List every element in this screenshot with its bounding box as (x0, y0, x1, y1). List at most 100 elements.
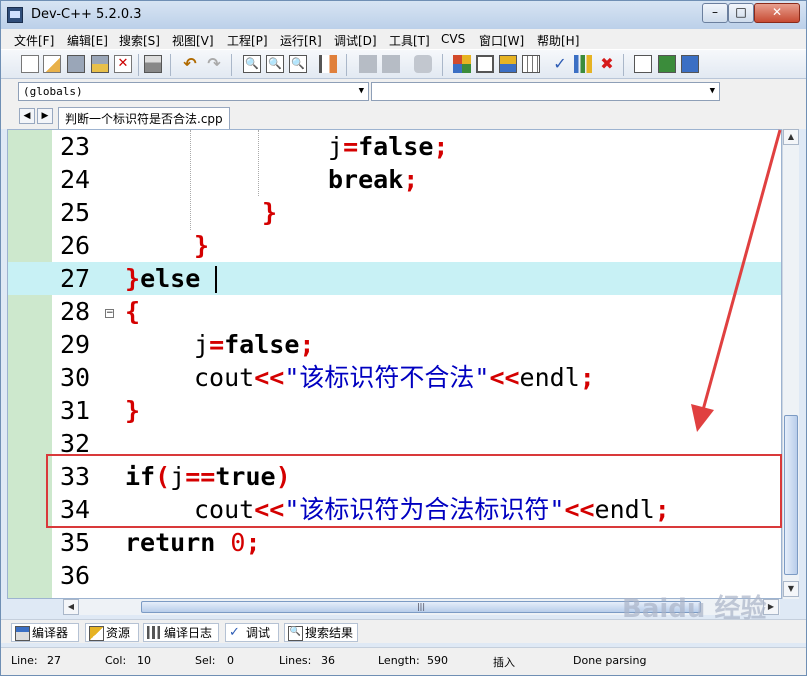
minimize-button[interactable]: – (702, 3, 728, 23)
code-line: 25 } (60, 198, 278, 227)
save-all-icon[interactable] (91, 55, 109, 73)
line-number: 27 (60, 264, 91, 293)
stop-icon[interactable]: ✖ (598, 55, 616, 73)
compile-icon[interactable] (453, 55, 471, 73)
tab-file[interactable]: 判断一个标识符是否合法.cpp (58, 107, 230, 129)
status-col-value: 10 (137, 654, 151, 667)
find-icon[interactable]: 🔍 (243, 55, 261, 73)
menu-tools[interactable]: 工具[T] (389, 32, 430, 49)
code-line: 29 j=false; (60, 330, 315, 359)
check-syntax-icon[interactable]: ✓ (551, 55, 569, 73)
line-number: 26 (60, 231, 91, 260)
window-title: Dev-C++ 5.2.0.3 (31, 7, 142, 22)
code-line: 23 j=false; (60, 132, 449, 161)
vertical-scrollbar[interactable]: ▲ ▼ (782, 129, 799, 599)
tab-compile-log[interactable]: 编译日志 (143, 623, 219, 642)
menu-window[interactable]: 窗口[W] (479, 32, 524, 49)
line-number: 25 (60, 198, 91, 227)
close-button[interactable]: ✕ (754, 3, 800, 23)
baidu-watermark: Baidu 经验 (622, 594, 767, 624)
status-line-label: Line: (11, 654, 38, 667)
vertical-scroll-thumb[interactable] (784, 415, 798, 575)
code-line: 26 } (60, 231, 210, 260)
find-next-icon[interactable]: 🔍 (289, 55, 307, 73)
status-line-value: 27 (47, 654, 61, 667)
menu-cvs[interactable]: CVS (441, 32, 465, 46)
code-line: 28 { (60, 297, 141, 326)
code-line-current: 27 }else (8, 262, 781, 295)
run-icon[interactable] (476, 55, 494, 73)
bookmark-icon[interactable] (414, 55, 432, 73)
scope-combo[interactable]: (globals) ▼ (18, 82, 369, 101)
compile-log-icon (147, 626, 160, 639)
tab-debug[interactable]: ✓ 调试 (225, 623, 279, 642)
replace-icon[interactable]: 🔍 (266, 55, 284, 73)
status-length-value: 590 (427, 654, 448, 667)
toolbar-separator (442, 54, 443, 76)
toolbar-separator (138, 54, 139, 76)
code-line: 31 } (60, 396, 141, 425)
print-icon[interactable] (144, 55, 162, 73)
status-col-label: Col: (105, 654, 127, 667)
member-combo[interactable]: ▼ (371, 82, 720, 101)
line-number: 29 (60, 330, 91, 359)
toolbar-separator (346, 54, 347, 76)
maximize-button[interactable]: □ (728, 3, 754, 23)
chevron-down-icon: ▼ (358, 86, 364, 96)
ide-window: Dev-C++ 5.2.0.3 – □ ✕ 文件[F] 编辑[E] 搜索[S] … (0, 0, 807, 676)
tab-scroll-left-icon[interactable]: ◀ (19, 108, 35, 124)
add-file-icon[interactable] (658, 55, 676, 73)
new-project-icon[interactable] (634, 55, 652, 73)
menu-project[interactable]: 工程[P] (227, 32, 268, 49)
rebuild-icon[interactable] (522, 55, 540, 73)
open-icon[interactable] (43, 55, 61, 73)
scope-combo-value: (globals) (23, 85, 83, 98)
tab-search-results[interactable]: 🔍 搜索结果 (284, 623, 358, 642)
status-sel-label: Sel: (195, 654, 216, 667)
status-bar: Line: 27 Col: 10 Sel: 0 Lines: 36 Length… (1, 647, 806, 675)
status-sel-value: 0 (227, 654, 234, 667)
back-icon[interactable] (359, 55, 377, 73)
menu-run[interactable]: 运行[R] (280, 32, 322, 49)
app-icon (7, 7, 23, 23)
code-editor[interactable]: 23 j=false; 24 break; 25 } 26 } 27 }else… (7, 129, 782, 599)
fold-collapse-icon[interactable]: − (105, 309, 114, 318)
menu-help[interactable]: 帮助[H] (537, 32, 579, 49)
line-number: 24 (60, 165, 91, 194)
remove-file-icon[interactable] (681, 55, 699, 73)
status-parse-state: Done parsing (573, 654, 647, 667)
search-results-icon: 🔍 (288, 626, 303, 641)
scroll-left-icon[interactable]: ◀ (63, 599, 79, 615)
line-number: 31 (60, 396, 91, 425)
status-lines-value: 36 (321, 654, 335, 667)
goto-line-icon[interactable] (319, 55, 337, 73)
undo-icon[interactable]: ↶ (181, 55, 199, 73)
code-line: 30 cout<<"该标识符不合法"<<endl; (60, 363, 595, 392)
annotation-highlight-box (46, 454, 782, 528)
redo-icon[interactable]: ↷ (205, 55, 223, 73)
class-browser-bar: (globals) ▼ ▼ (1, 79, 806, 105)
menu-view[interactable]: 视图[V] (172, 32, 214, 49)
compiler-icon (15, 626, 30, 641)
code-line: 35 return 0; (60, 528, 261, 557)
code-line: 24 break; (60, 165, 419, 194)
chart-icon[interactable] (574, 55, 592, 73)
tab-resources[interactable]: 资源 (85, 623, 139, 642)
scroll-up-icon[interactable]: ▲ (783, 129, 799, 145)
close-file-icon[interactable]: ✕ (114, 55, 132, 73)
compile-run-icon[interactable] (499, 55, 517, 73)
tab-scroll-right-icon[interactable]: ▶ (37, 108, 53, 124)
resources-icon (89, 626, 104, 641)
scroll-down-icon[interactable]: ▼ (783, 581, 799, 597)
forward-icon[interactable] (382, 55, 400, 73)
tab-compiler[interactable]: 编译器 (11, 623, 79, 642)
menu-edit[interactable]: 编辑[E] (67, 32, 108, 49)
menu-debug[interactable]: 调试[D] (334, 32, 377, 49)
new-file-icon[interactable] (21, 55, 39, 73)
save-icon[interactable] (67, 55, 85, 73)
line-number: 35 (60, 528, 91, 557)
menu-search[interactable]: 搜索[S] (119, 32, 160, 49)
chevron-down-icon: ▼ (709, 86, 715, 96)
horizontal-scroll-thumb[interactable]: ||| (141, 601, 701, 613)
menu-file[interactable]: 文件[F] (14, 32, 54, 49)
